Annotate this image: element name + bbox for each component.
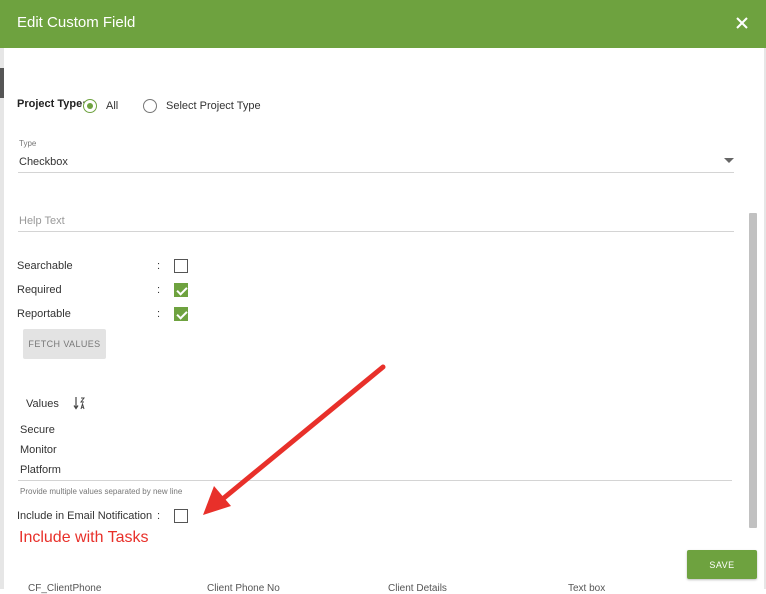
value-item[interactable]: Secure: [20, 424, 55, 436]
project-type-all-radio[interactable]: [83, 99, 97, 113]
project-type-label: Project Type:: [17, 98, 86, 110]
value-item[interactable]: Monitor: [20, 444, 57, 456]
dialog-header: Edit Custom Field: [0, 0, 766, 48]
type-underline: [18, 172, 734, 173]
email-notification-label: Include in Email Notification: [17, 510, 153, 522]
project-type-all-label[interactable]: All: [106, 100, 118, 112]
value-item[interactable]: Platform: [20, 464, 61, 476]
separator-colon: :: [157, 308, 161, 320]
save-button[interactable]: SAVE: [687, 550, 757, 579]
values-label: Values: [26, 398, 59, 410]
email-notification-checkbox[interactable]: [174, 509, 188, 523]
backdrop-left-edge: [0, 48, 4, 589]
sort-alpha-icon[interactable]: [73, 395, 87, 411]
required-label: Required: [17, 284, 62, 296]
type-field-label: Type: [19, 139, 37, 148]
edit-custom-field-dialog: Edit Custom Field Project Type: All Sele…: [0, 0, 766, 594]
annotation-arrow-icon: [203, 364, 386, 515]
searchable-label: Searchable: [17, 260, 73, 272]
caret-down-icon[interactable]: [724, 158, 734, 163]
help-text-input[interactable]: [18, 210, 734, 232]
reportable-label: Reportable: [17, 308, 71, 320]
separator-colon: :: [157, 260, 161, 272]
separator-colon: :: [157, 510, 161, 522]
required-checkbox[interactable]: [174, 283, 188, 297]
type-select[interactable]: Checkbox: [19, 156, 68, 168]
dialog-title: Edit Custom Field: [17, 14, 136, 31]
separator-colon: :: [157, 284, 161, 296]
values-hint: Provide multiple values separated by new…: [20, 487, 183, 496]
project-type-select-radio[interactable]: [143, 99, 157, 113]
close-icon[interactable]: [733, 12, 751, 34]
searchable-checkbox[interactable]: [174, 259, 188, 273]
fetch-values-button[interactable]: FETCH VALUES: [23, 329, 106, 359]
project-type-select-label[interactable]: Select Project Type: [166, 100, 261, 112]
annotation-text: Include with Tasks: [19, 529, 149, 546]
scrollbar[interactable]: [749, 213, 757, 528]
reportable-checkbox[interactable]: [174, 307, 188, 321]
